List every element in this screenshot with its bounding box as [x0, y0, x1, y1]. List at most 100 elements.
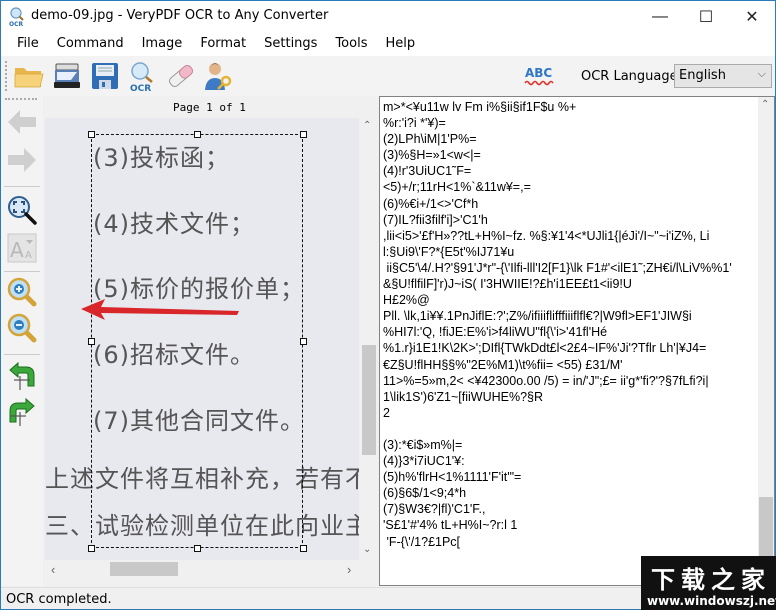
- ocr-text-line: 'S£1'#'4% tL+H%I~?r:l 1: [383, 518, 518, 533]
- ocr-text-line: %1.r}i1E1!K\2K>';DIfl{TWkDdt£l<2£4~IF%'J…: [383, 341, 707, 356]
- ocr-text-line: %HI7l:'Q, !fiJE:E%'i>f4liWU"fl{\'i>'41fl…: [383, 325, 608, 340]
- menu-image[interactable]: Image: [133, 32, 192, 56]
- ocr-text-line: (4)!r'3UiUC1˜F=: [383, 164, 472, 179]
- title-bar: OCR demo-09.jpg - VeryPDF OCR to Any Con…: [1, 1, 775, 32]
- resize-handle[interactable]: [300, 131, 307, 138]
- svg-text:OCR: OCR: [130, 84, 151, 92]
- svg-text:A: A: [10, 238, 24, 262]
- maximize-icon: ☐: [698, 8, 714, 26]
- text-vertical-scrollbar[interactable]: ⌃: [758, 97, 774, 585]
- resize-handle[interactable]: [88, 338, 95, 345]
- ocr-text-line: (5)h%'flrH<1%1111'F'it'"=: [383, 470, 522, 485]
- menu-command[interactable]: Command: [48, 32, 133, 56]
- scanner-icon[interactable]: [51, 60, 83, 92]
- ocr-text-line: 1\lik1S')6'Z1~[fiiWUHE%?§R: [383, 389, 544, 404]
- image-viewer: Page 1 of 1 (3)投标函； (4)技术文件； (5)标价的报价单； …: [43, 96, 377, 586]
- forward-arrow-icon[interactable]: [6, 144, 38, 176]
- save-icon[interactable]: [89, 60, 121, 92]
- side-toolbar: A A: [1, 96, 43, 586]
- ocr-text-line: (3)%§H=»1<w<|=: [383, 148, 481, 163]
- minimize-icon: —: [652, 7, 668, 25]
- ocr-text-line: [383, 421, 755, 437]
- ocr-text-line: (2)LPh\iM|1'P%=: [383, 132, 477, 147]
- user-key-icon[interactable]: [203, 60, 235, 92]
- ocr-text-line: &§U!flfilF]'r)J~iS( I'3HWIIE!?£h'i1EE£t1…: [383, 277, 632, 292]
- viewer-vertical-scrollbar[interactable]: ⌃ ⌄: [359, 118, 377, 560]
- close-button[interactable]: ✕: [729, 1, 775, 32]
- scroll-up-icon[interactable]: ⌃: [363, 120, 371, 131]
- fit-zoom-icon[interactable]: [6, 194, 38, 226]
- font-size-icon[interactable]: A A: [6, 232, 38, 264]
- separator: [4, 271, 40, 272]
- rotate-left-icon[interactable]: [6, 360, 38, 392]
- ocr-text-line: (3):*€i$»m%|=: [383, 437, 463, 452]
- ocr-language-label: OCR Language: [581, 69, 678, 84]
- menu-help[interactable]: Help: [376, 32, 424, 56]
- minimize-button[interactable]: —: [637, 1, 683, 32]
- ocr-text-line: (7)§W3€?|fl)'C1'F.,: [383, 502, 486, 517]
- close-icon: ✕: [745, 8, 759, 26]
- menu-format[interactable]: Format: [191, 32, 255, 56]
- watermark: 下载之家 www.windowszj.net: [641, 556, 776, 610]
- scroll-down-icon[interactable]: ⌄: [363, 544, 371, 555]
- back-arrow-icon[interactable]: [6, 106, 38, 138]
- resize-handle[interactable]: [88, 545, 95, 552]
- chevron-down-icon: ⌵: [757, 67, 766, 80]
- resize-handle[interactable]: [88, 131, 95, 138]
- watermark-chinese: 下载之家: [651, 565, 771, 594]
- menu-bar: File Command Image Format Settings Tools…: [1, 32, 775, 56]
- spellcheck-icon[interactable]: ABC: [523, 65, 557, 87]
- resize-handle[interactable]: [300, 545, 307, 552]
- zoom-out-icon[interactable]: [6, 312, 38, 344]
- svg-text:OCR: OCR: [9, 21, 24, 27]
- scroll-up-icon[interactable]: ⌃: [761, 99, 769, 110]
- scroll-thumb[interactable]: [362, 345, 376, 455]
- ocr-text-line: l:§Ui9\'F?*{E5t'%IJ71¥u: [383, 244, 515, 259]
- red-annotation-arrow-icon: [81, 299, 239, 320]
- app-window: OCR demo-09.jpg - VeryPDF OCR to Any Con…: [0, 0, 776, 610]
- main-toolbar: OCR ABC OCR Language: [1, 56, 775, 96]
- toolbar-grip[interactable]: [5, 61, 7, 91]
- scroll-thumb[interactable]: [110, 562, 178, 576]
- svg-text:A: A: [25, 250, 32, 261]
- document-image[interactable]: (3)投标函； (4)技术文件； (5)标价的报价单； (6)招标文件。 (7)…: [45, 118, 359, 560]
- ocr-text-line: Pll. \lk,1i¥¥.1PnJiflE:?';Z%/ifiiiflifff…: [383, 309, 692, 324]
- status-text: OCR completed.: [6, 592, 112, 607]
- maximize-button[interactable]: ☐: [683, 1, 729, 32]
- rotate-right-icon[interactable]: [6, 396, 38, 428]
- ocr-text-line: 11>%=5»m,2< <¥42300o.00 /5) = in/'J";£= …: [383, 373, 709, 388]
- ocr-text-line: (6)§6$/1<9;4*h: [383, 486, 467, 501]
- app-icon: OCR: [9, 7, 24, 27]
- eraser-icon[interactable]: [165, 60, 197, 92]
- separator: [4, 354, 40, 355]
- ocr-text-line: 'F-{\'/1?£1Pc[: [383, 534, 461, 549]
- ocr-icon[interactable]: OCR: [127, 60, 159, 92]
- ocr-text-area[interactable]: m>*<¥u11w lv Fm i%§ii§if1F$u %+ %r:'i?i *…: [383, 99, 755, 583]
- ocr-text-line: 2: [383, 405, 390, 420]
- resize-handle[interactable]: [300, 338, 307, 345]
- separator: [4, 186, 40, 187]
- side-toolbar-grip[interactable]: [5, 98, 37, 100]
- ocr-text-line: ,lii<i5>'£f'H»??tL+H%I~fz. %§:¥1'4<*UJli…: [383, 228, 710, 243]
- ocr-text-output[interactable]: m>*<¥u11w lv Fm i%§ii§if1F$u %+ %r:'i?i *…: [379, 96, 775, 586]
- ocr-text-line: (7)IL?fii3filf'i]>'C1'h: [383, 212, 488, 227]
- scroll-left-icon[interactable]: ‹: [51, 562, 55, 577]
- ocr-language-select[interactable]: English ⌵: [674, 64, 772, 88]
- menu-file[interactable]: File: [8, 32, 48, 56]
- zoom-in-icon[interactable]: [6, 276, 38, 308]
- ocr-text-line: m>*<¥u11w lv Fm i%§ii§if1F$u %+: [383, 100, 577, 114]
- ocr-text-line: H£2%@: [383, 293, 430, 308]
- ocr-language-value: English: [679, 68, 726, 83]
- scroll-right-icon[interactable]: ›: [347, 562, 351, 577]
- ocr-text-line: (4)}3*i7iUC1'¥:: [383, 454, 465, 469]
- menu-tools[interactable]: Tools: [326, 32, 376, 56]
- menu-settings[interactable]: Settings: [255, 32, 326, 56]
- resize-handle[interactable]: [194, 131, 201, 138]
- svg-text:ABC: ABC: [525, 66, 552, 80]
- window-title: demo-09.jpg - VeryPDF OCR to Any Convert…: [31, 8, 329, 23]
- open-folder-icon[interactable]: [13, 60, 45, 92]
- resize-handle[interactable]: [194, 545, 201, 552]
- selection-rectangle[interactable]: [91, 134, 303, 548]
- ocr-text-line: <5)+/r;11rH<1%`&11w¥=,=: [383, 180, 531, 195]
- viewer-horizontal-scrollbar[interactable]: ‹ ›: [45, 560, 359, 578]
